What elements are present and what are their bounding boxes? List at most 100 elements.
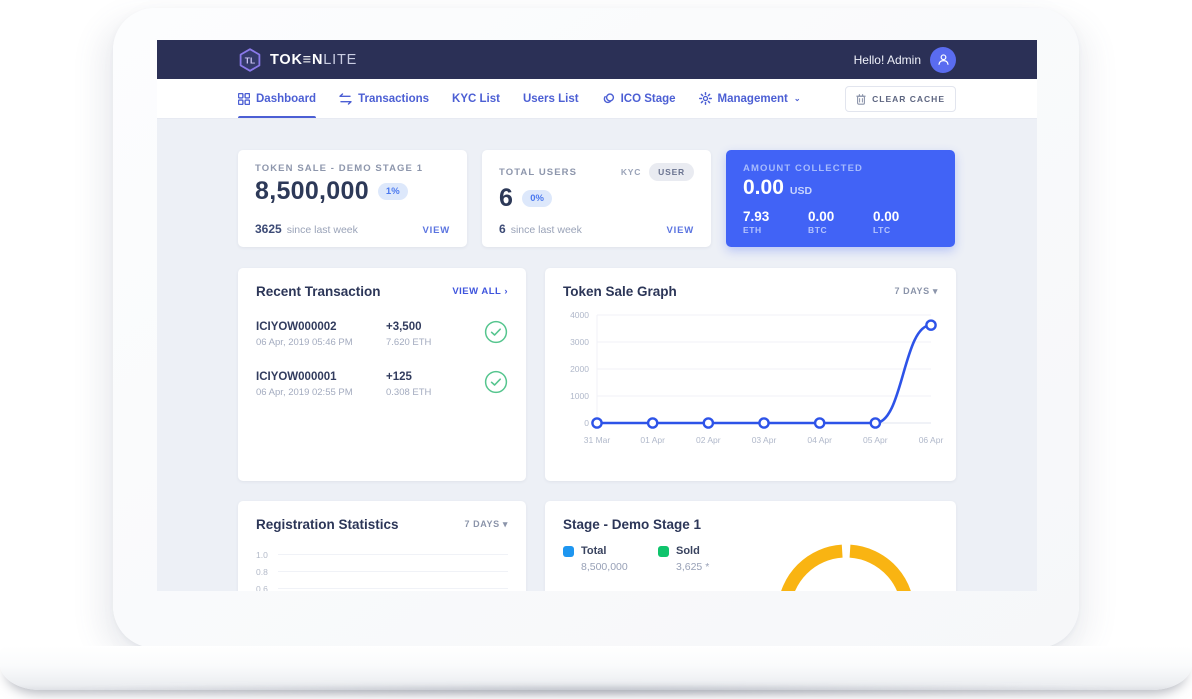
active-tab-underline [238,116,316,118]
check-circle-icon [484,370,508,394]
legend-value: 8,500,000 [581,561,658,573]
nav-item-ico-stage[interactable]: ICO Stage [602,79,676,118]
gear-icon [699,92,712,105]
amount-unit: LTC [873,225,938,235]
card-title: AMOUNT COLLECTED [743,163,938,174]
grid-icon [238,93,250,105]
amount-unit: BTC [808,225,873,235]
amount-value: 0.00 [808,209,873,224]
legend-swatch [658,546,669,557]
users-toggle: KYC USER [621,163,694,181]
amount-collected-card: AMOUNT COLLECTED 0.00 USD 7.93 ETH [726,150,955,247]
transaction-row[interactable]: ICIYOW000001 06 Apr, 2019 02:55 PM +125 … [256,370,508,399]
nav-label: KYC List [452,93,500,105]
amount-ltc: 0.00 LTC [873,209,938,235]
amount-unit: ETH [743,225,808,235]
svg-text:4000: 4000 [570,310,589,320]
token-sale-line-chart: 0100020003000400031 Mar01 Apr02 Apr03 Ap… [563,305,938,453]
tx-date: 06 Apr, 2019 02:55 PM [256,387,386,398]
nav-item-users-list[interactable]: Users List [523,79,579,118]
top-navbar: TL TOK≡NLITE Hello! Admin [157,40,1037,79]
toggle-user[interactable]: USER [649,163,694,181]
tx-eth: 0.308 ETH [386,387,464,398]
legend-label: Total [581,545,606,557]
token-sale-card: TOKEN SALE - DEMO STAGE 1 8,500,000 1% 3… [238,150,467,247]
period-dropdown[interactable]: 7 DAYS ▾ [894,286,938,297]
tx-amount: +3,500 [386,321,464,333]
y-tick: 0.6 [256,584,278,592]
svg-text:0: 0 [584,418,589,428]
person-icon [937,53,950,66]
clear-cache-label: CLEAR CACHE [872,94,945,104]
tx-id: ICIYOW000002 [256,321,386,333]
y-tick: 0.8 [256,567,278,577]
stage-legend: Total 8,500,000 Sold 3,625 * Sale % [563,545,753,591]
coins-icon [602,93,615,105]
tx-status [484,370,508,399]
legend-label: Sold [676,545,700,557]
caret-down-icon: ▾ [503,519,508,529]
brand-logo[interactable]: TL TOK≡NLITE [238,48,357,72]
delta-value: 6 [499,222,506,236]
token-sale-value: 8,500,000 [255,177,369,206]
arrow-right-icon: › [504,286,508,297]
y-tick: 1.0 [256,550,278,560]
page: TL TOK≡NLITE Hello! Admin [0,0,1192,699]
view-link[interactable]: VIEW [423,225,450,236]
registration-statistics-panel: Registration Statistics 7 DAYS ▾ 1.0 0.8… [238,501,526,591]
token-sale-badge: 1% [378,183,408,200]
delta-value: 3625 [255,222,282,236]
nav-item-transactions[interactable]: Transactions [339,79,429,118]
legend-total: Total 8,500,000 [563,545,658,591]
amount-usd-unit: USD [790,185,812,197]
tx-status [484,320,508,349]
view-all-link[interactable]: VIEW ALL › [452,286,508,297]
nav-label: ICO Stage [621,93,676,105]
registration-chart-axes: 1.0 0.8 0.6 [256,546,508,591]
bottom-row: Registration Statistics 7 DAYS ▾ 1.0 0.8… [238,501,956,591]
legend-sold: Sold 3,625 * [658,545,753,591]
chevron-down-icon: ⌄ [794,94,801,103]
panel-title: Stage - Demo Stage 1 [563,517,701,532]
amount-btc: 0.00 BTC [808,209,873,235]
svg-text:1000: 1000 [570,391,589,401]
svg-text:05 Apr: 05 Apr [863,435,888,445]
panel-title: Token Sale Graph [563,284,677,299]
nav-item-management[interactable]: Management ⌄ [699,79,801,118]
user-avatar[interactable] [930,47,956,73]
nav-item-dashboard[interactable]: Dashboard [238,79,316,118]
check-circle-icon [484,320,508,344]
exchange-icon [339,93,352,105]
nav-item-kyc-list[interactable]: KYC List [452,79,500,118]
svg-text:TL: TL [245,55,255,65]
nav-label: Management [718,93,788,105]
trash-icon [856,93,866,105]
transaction-row[interactable]: ICIYOW000002 06 Apr, 2019 05:46 PM +3,50… [256,320,508,349]
token-sale-graph-panel: Token Sale Graph 7 DAYS ▾ 0 1000 2000 3000 4… [545,268,956,481]
svg-text:03 Apr: 03 Apr [752,435,777,445]
amount-value: 0.00 [873,209,938,224]
tx-id: ICIYOW000001 [256,371,386,383]
svg-text:2000: 2000 [570,364,589,374]
svg-text:31 Mar: 31 Mar [584,435,611,445]
svg-text:01 Apr: 01 Apr [640,435,665,445]
clear-cache-button[interactable]: CLEAR CACHE [845,86,956,112]
svg-text:3000: 3000 [570,337,589,347]
stage-gauge: 8,500,000 TLE [753,545,938,591]
stage-panel: Stage - Demo Stage 1 Total 8,500,000 [545,501,956,591]
period-dropdown[interactable]: 7 DAYS ▾ [464,519,508,530]
users-value: 6 [499,184,513,213]
panel-title: Registration Statistics [256,517,399,532]
legend-swatch [563,546,574,557]
main-nav: Dashboard Transactions KYC List [157,79,1037,119]
amount-eth: 7.93 ETH [743,209,808,235]
view-link[interactable]: VIEW [667,225,694,236]
stage-donut-chart [768,533,924,591]
middle-row: Recent Transaction VIEW ALL › ICIYOW0000… [238,268,956,481]
delta-suffix: since last week [287,224,358,236]
toggle-kyc[interactable]: KYC [621,167,641,177]
caret-down-icon: ▾ [933,286,938,296]
total-users-card: TOTAL USERS KYC USER 6 0% [482,150,711,247]
nav-label: Dashboard [256,93,316,105]
dashboard-screen: TL TOK≡NLITE Hello! Admin [157,40,1037,591]
